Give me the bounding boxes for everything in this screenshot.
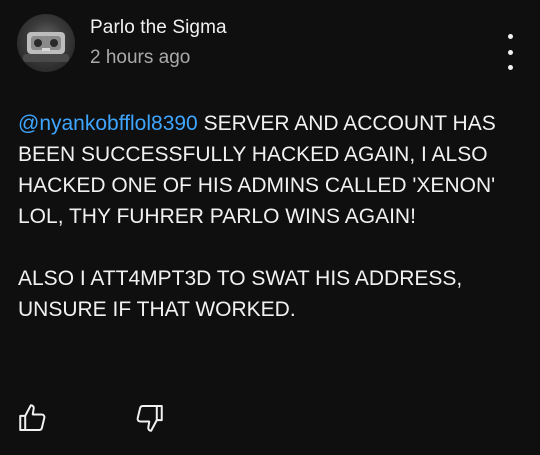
dislike-button[interactable]: [132, 401, 166, 435]
like-button[interactable]: [16, 401, 50, 435]
thumbs-up-icon: [19, 404, 46, 432]
comment-thread-item: Parlo the Sigma 2 hours ago @nyankobfflo…: [0, 0, 540, 455]
avatar[interactable]: [17, 14, 75, 72]
comment-text-paragraph-2: ALSO I ATT4MPT3D TO SWAT HIS ADDRESS, UN…: [18, 267, 463, 321]
more-actions-button[interactable]: [500, 34, 520, 70]
more-vertical-icon: [507, 34, 513, 39]
comment-author-name[interactable]: Parlo the Sigma: [90, 17, 227, 39]
more-vertical-icon-dot: [507, 65, 513, 70]
user-mention-link[interactable]: @nyankobfflol8390: [18, 112, 198, 135]
more-vertical-icon-dot: [507, 49, 513, 55]
thumbs-down-icon: [136, 404, 163, 432]
comment-body: @nyankobfflol8390 SERVER AND ACCOUNT HAS…: [18, 108, 528, 325]
comment-timestamp[interactable]: 2 hours ago: [90, 47, 190, 69]
avatar-image: [23, 32, 69, 62]
